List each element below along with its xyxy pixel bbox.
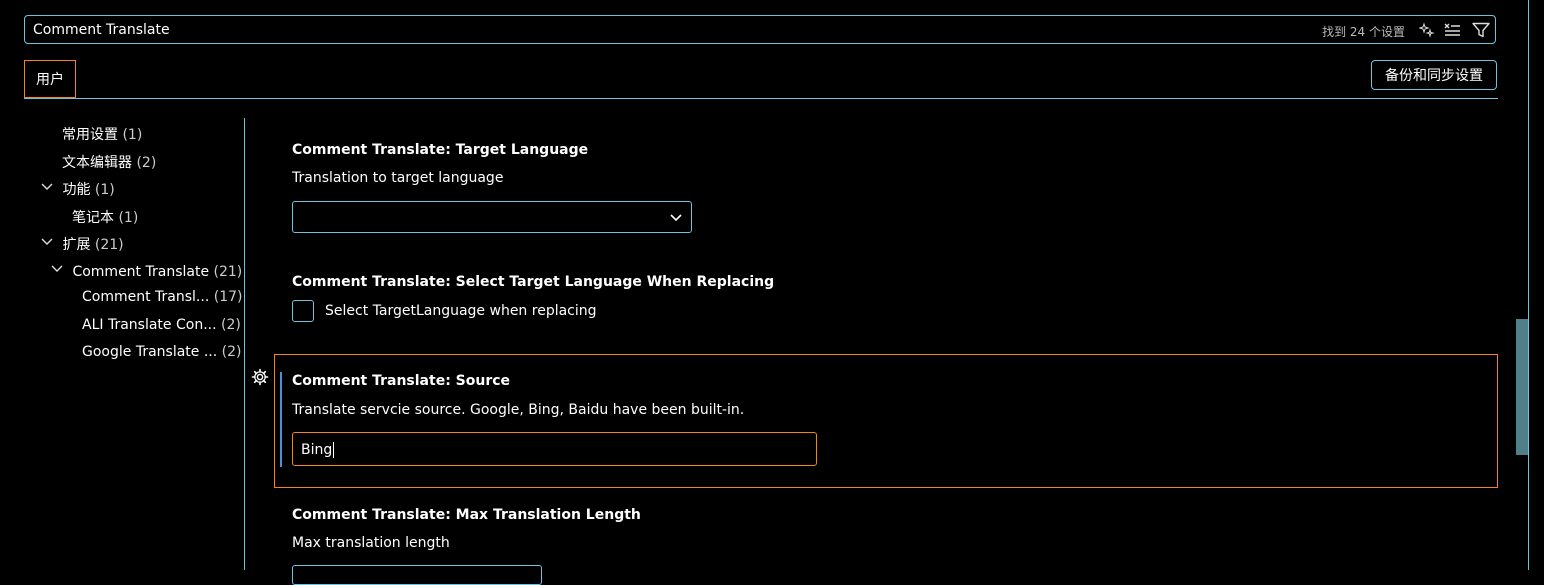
setting-title-select-target: Comment Translate: Select Target Languag…: [292, 274, 775, 290]
toc-item-label: Google Translate ...: [82, 344, 218, 360]
setting-title-max-length: Comment Translate: Max Translation Lengt…: [292, 507, 641, 523]
search-input[interactable]: Comment Translate: [33, 22, 170, 38]
toc-item-count: (1): [118, 210, 139, 226]
select-target-checkbox-label[interactable]: Select TargetLanguage when replacing: [325, 303, 597, 319]
backup-sync-button[interactable]: 备份和同步设置: [1371, 60, 1497, 90]
toc-item-count: (2): [136, 155, 157, 171]
toc-divider: [244, 118, 245, 570]
toc-item-extensions[interactable]: 扩展 (21): [40, 234, 124, 254]
toc-item-comment-translate-sub[interactable]: Comment Transl... (17): [82, 289, 242, 305]
source-input[interactable]: Bing: [292, 432, 817, 466]
setting-title-source: Comment Translate: Source: [292, 373, 511, 389]
max-length-input[interactable]: [292, 565, 542, 585]
scrollbar-track: [1528, 0, 1529, 570]
scrollbar-thumb[interactable]: [1516, 319, 1528, 455]
toc-item-text-editor[interactable]: 文本编辑器 (2): [62, 152, 156, 172]
focus-indicator: [280, 372, 282, 467]
search-result-count: 找到 24 个设置: [1322, 25, 1405, 39]
toc-item-label: 文本编辑器: [62, 155, 132, 171]
gear-icon[interactable]: [251, 368, 269, 386]
toc-item-label: 常用设置: [62, 127, 118, 143]
toc-item-google-translate[interactable]: Google Translate ... (2): [82, 344, 241, 360]
toc-item-ali-translate[interactable]: ALI Translate Con... (2): [82, 317, 241, 333]
toc-item-count: (1): [94, 182, 115, 198]
setting-desc-target-language: Translation to target language: [292, 170, 504, 186]
toc-item-label: Comment Translate: [72, 264, 210, 280]
toc-item-count: (21): [94, 237, 124, 253]
setting-desc-max-length: Max translation length: [292, 535, 450, 551]
toc-item-count: (17): [213, 289, 243, 305]
toc-item-label: ALI Translate Con...: [82, 317, 217, 333]
source-input-value: Bing: [301, 442, 333, 458]
chevron-down-icon: [41, 238, 53, 245]
toc-item-count: (21): [213, 264, 243, 280]
tab-divider: [24, 98, 1498, 99]
setting-desc-source: Translate servcie source. Google, Bing, …: [292, 402, 745, 418]
chevron-down-icon: [670, 214, 682, 222]
target-language-select[interactable]: [292, 201, 692, 233]
toc-item-count: (1): [122, 127, 143, 143]
tab-user[interactable]: 用户: [24, 60, 76, 98]
filter-icon[interactable]: [1471, 20, 1491, 40]
toc-item-label: 扩展: [62, 237, 91, 253]
setting-title-target-language: Comment Translate: Target Language: [292, 142, 589, 158]
toc-item-label: 功能: [62, 182, 91, 198]
select-target-checkbox[interactable]: [292, 300, 314, 322]
toc-item-count: (2): [221, 344, 242, 360]
toc-item-label: 笔记本: [72, 210, 114, 226]
toc-item-features[interactable]: 功能 (1): [40, 179, 115, 199]
sparkle-filter-icon[interactable]: [1417, 20, 1437, 40]
text-caret: [333, 442, 335, 458]
toc-item-notebook[interactable]: 笔记本 (1): [72, 207, 138, 227]
clear-filter-icon[interactable]: [1442, 20, 1462, 40]
toc-item-comment-translate[interactable]: Comment Translate (21): [50, 262, 242, 280]
toc-item-common[interactable]: 常用设置 (1): [62, 124, 142, 144]
settings-search-bar[interactable]: Comment Translate 找到 24 个设置: [24, 15, 1496, 44]
chevron-down-icon: [51, 265, 63, 272]
toc-item-label: Comment Transl...: [82, 289, 210, 305]
chevron-down-icon: [41, 183, 53, 190]
toc-item-count: (2): [221, 317, 241, 333]
